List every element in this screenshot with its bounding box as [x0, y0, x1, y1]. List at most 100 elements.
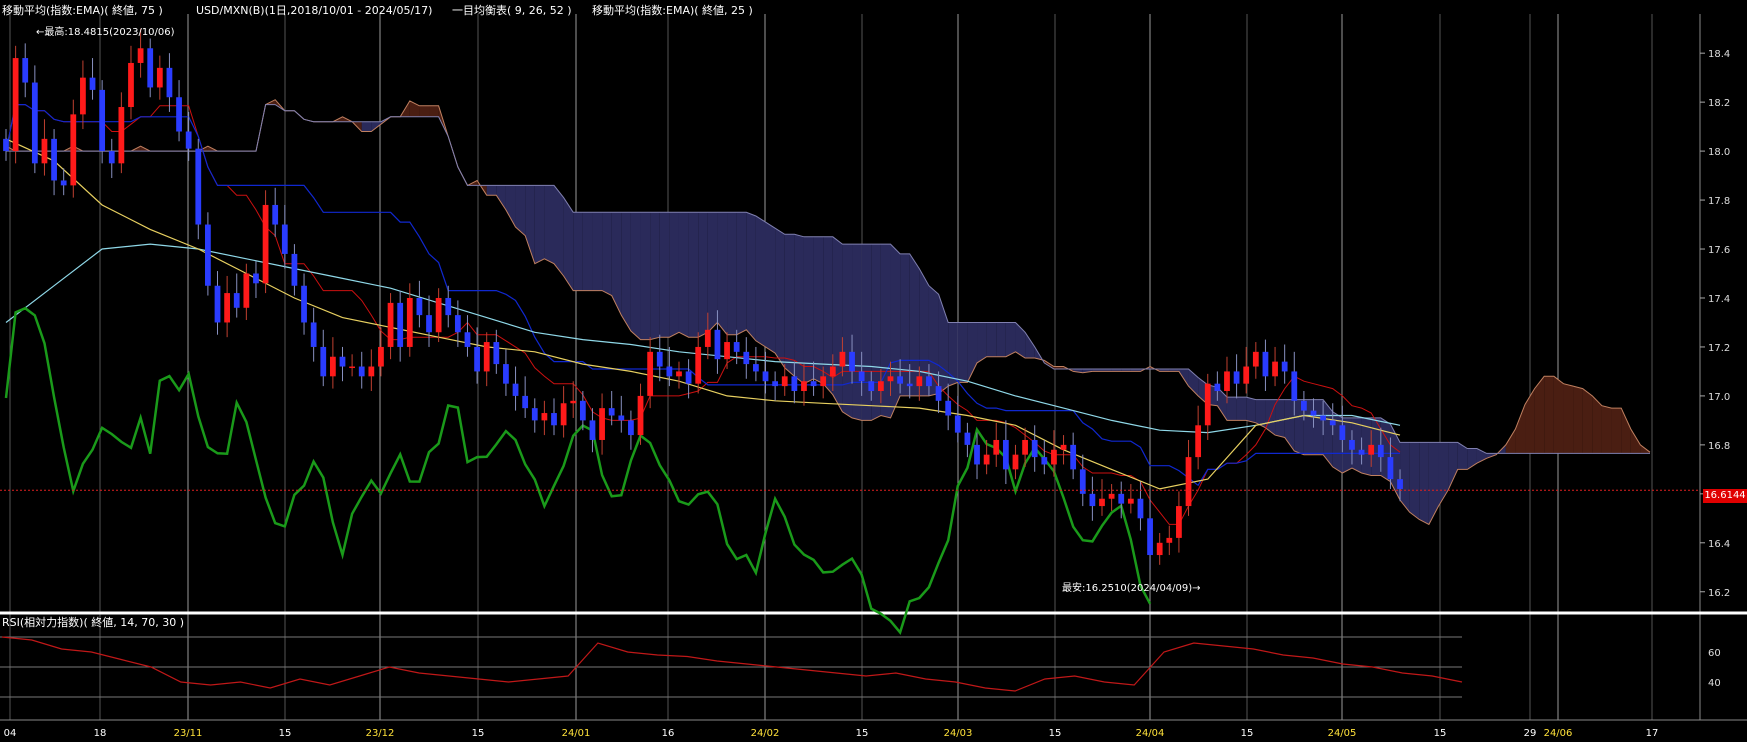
cloud-segment [727, 212, 737, 335]
candle-body [628, 420, 634, 436]
x-tick-label: 24/03 [944, 728, 973, 739]
candle-body [503, 364, 509, 384]
cloud-segment [1236, 397, 1247, 421]
cloud-segment [544, 185, 554, 264]
candle-body [80, 77, 86, 115]
candle-body [560, 403, 567, 426]
cloud-segment [554, 185, 564, 276]
candle-body [839, 351, 846, 367]
candle-body [1012, 454, 1019, 470]
x-tick-label: 24/02 [751, 728, 780, 739]
chart-canvas: 04 18 23/11 15 23/12 15 24/01 16 24/02 15 24/03 15 2… [0, 14, 1747, 739]
candle-body [1397, 479, 1403, 489]
x-tick-label: 15 [856, 728, 869, 739]
candle-body [233, 293, 240, 308]
cloud-segment [1275, 399, 1285, 438]
candle-body [483, 342, 490, 372]
candle-body [291, 253, 298, 286]
x-tick-label: 29 [1524, 728, 1537, 739]
candle-body [1166, 537, 1173, 543]
x-tick-label: 15 [279, 728, 292, 739]
candle-body [320, 346, 327, 377]
candle-body [3, 138, 9, 152]
candle-body [272, 204, 279, 225]
candle-body [224, 293, 231, 323]
rsi-panel: 60 40 [0, 636, 1721, 698]
cloud-segment [755, 215, 766, 347]
candle-body [714, 329, 721, 360]
y-tick-label: 17.4 [1708, 294, 1730, 305]
cloud-segment [1428, 442, 1439, 525]
candle-body [1252, 351, 1259, 367]
candle-body [243, 273, 250, 308]
candle-body [1060, 444, 1067, 450]
cloud-segment [1544, 376, 1554, 454]
candle-body [820, 376, 827, 387]
candle-body [877, 381, 884, 392]
candle-body [464, 332, 471, 347]
candle-body [1176, 506, 1182, 538]
candle-body [887, 376, 894, 382]
candle-body [541, 413, 548, 421]
candle-body [22, 58, 29, 83]
candle-body [118, 107, 125, 164]
candle-body [1310, 410, 1317, 416]
y-tick-label: 17.0 [1708, 392, 1730, 403]
candle-body [599, 408, 605, 440]
cloud-segment [813, 236, 824, 384]
cloud-segment [1621, 408, 1631, 454]
candle-body [935, 386, 942, 401]
x-tick-label: 15 [1049, 728, 1062, 739]
candle-body [1349, 439, 1355, 450]
candle-body [1118, 493, 1125, 504]
candle-body [522, 395, 529, 409]
candle-body [897, 376, 903, 384]
y-tick-label: 16.4 [1708, 539, 1730, 550]
cloud-segment [852, 244, 862, 421]
cloud-segment [1246, 397, 1256, 423]
candle-body [1137, 498, 1144, 519]
candle-body [147, 48, 154, 88]
cloud-segment [611, 212, 622, 316]
cloud-segment [650, 212, 660, 340]
candle-body [1051, 449, 1057, 465]
candle-body [329, 356, 336, 377]
candle-body [954, 415, 961, 433]
cloud-segment [630, 212, 641, 340]
candle-body [685, 371, 692, 384]
candle-body [397, 302, 404, 347]
x-tick-label: 04 [4, 728, 17, 739]
cloud-segment [880, 244, 891, 418]
candle-body [1204, 383, 1211, 426]
candle-body [704, 329, 711, 347]
candle-body [637, 395, 644, 436]
y-tick-label: 18.2 [1708, 98, 1730, 109]
candle-body [618, 415, 625, 421]
cloud-segment [986, 322, 997, 357]
candle-body [339, 356, 346, 367]
cloud-segment [534, 185, 545, 264]
cloud-segment [977, 322, 987, 363]
x-tick-label: 23/11 [174, 728, 203, 739]
candle-body [195, 148, 202, 225]
candle-body [1089, 493, 1096, 507]
candle-body [964, 432, 971, 445]
cloud-segment [775, 228, 785, 368]
candle-body [445, 297, 452, 316]
ema25-label: 移動平均(指数:EMA)( 終値, 25 ) [592, 4, 753, 17]
candle-body [1301, 400, 1307, 411]
candle-body [416, 297, 423, 316]
candle-body [1387, 457, 1394, 480]
candle-body [762, 371, 769, 382]
cloud-segment [1457, 442, 1468, 470]
x-tick-label: 24/05 [1328, 728, 1357, 739]
cloud-segment [669, 212, 679, 338]
x-tick-label: 18 [94, 728, 107, 739]
cloud-segment [1226, 397, 1237, 421]
cloud-segment [505, 185, 516, 227]
candle-body [1368, 444, 1375, 455]
cloud-segment [765, 222, 776, 354]
cloud-segment [996, 322, 1006, 357]
candle-body [156, 67, 163, 88]
cloud-segment [1611, 408, 1622, 454]
